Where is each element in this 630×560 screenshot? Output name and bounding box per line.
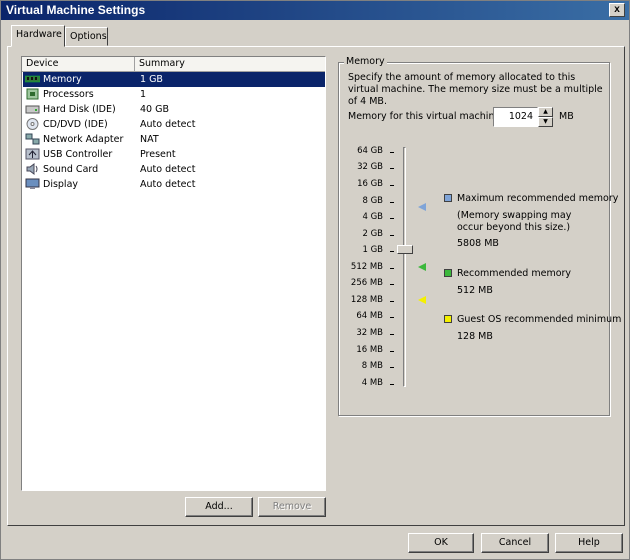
- memory-icon: [25, 75, 40, 83]
- close-button[interactable]: x: [609, 3, 625, 17]
- scale-tick: [390, 202, 394, 203]
- device-row-sound-card[interactable]: Sound Card Auto detect: [23, 162, 325, 177]
- device-row-display[interactable]: Display Auto detect: [23, 177, 325, 192]
- device-row-cd-dvd[interactable]: CD/DVD (IDE) Auto detect: [23, 117, 325, 132]
- scale-tick: [390, 235, 394, 236]
- memory-slider-track[interactable]: [403, 147, 406, 387]
- window-title: Virtual Machine Settings: [6, 3, 146, 17]
- memory-spin-up-button[interactable]: ▲: [538, 107, 553, 117]
- scale-label: 512 MB: [350, 262, 383, 272]
- sound-card-icon: [26, 163, 38, 175]
- memory-description: Specify the amount of memory allocated t…: [348, 72, 603, 107]
- tab-options[interactable]: Options: [65, 27, 108, 46]
- hard-disk-icon: [25, 105, 40, 114]
- max-recommended-note: (Memory swapping may occur beyond this s…: [457, 210, 572, 233]
- display-icon: [25, 178, 40, 189]
- recommended-swatch: [444, 269, 452, 277]
- scale-tick: [390, 301, 394, 302]
- ok-button[interactable]: OK: [408, 533, 474, 553]
- scale-label: 32 GB: [357, 162, 383, 172]
- close-icon: x: [614, 4, 620, 15]
- max-recommended-title: Maximum recommended memory: [457, 193, 619, 204]
- device-row-usb-controller[interactable]: USB Controller Present: [23, 147, 325, 162]
- device-list[interactable]: Device Summary Memory 1 GB Processors 1 …: [21, 56, 326, 491]
- add-device-button[interactable]: Add...: [185, 497, 253, 517]
- device-list-header: Device Summary: [22, 57, 325, 72]
- scale-tick: [390, 218, 394, 219]
- scale-tick: [390, 284, 394, 285]
- tab-hardware[interactable]: Hardware: [11, 25, 65, 47]
- recommended-value: 512 MB: [457, 285, 493, 296]
- device-row-processors[interactable]: Processors 1: [23, 87, 325, 102]
- scale-label: 8 MB: [361, 361, 383, 371]
- scale-tick: [390, 317, 394, 318]
- scale-label: 16 MB: [356, 345, 383, 355]
- scale-label: 128 MB: [350, 295, 383, 305]
- device-row-network-adapter[interactable]: Network Adapter NAT: [23, 132, 325, 147]
- scale-tick: [390, 185, 394, 186]
- scale-label: 8 GB: [362, 196, 383, 206]
- scale-label: 4 MB: [361, 378, 383, 388]
- usb-controller-icon: [25, 148, 40, 160]
- column-header-device[interactable]: Device: [22, 57, 135, 72]
- vm-settings-window: Virtual Machine Settings x Hardware Opti…: [0, 0, 630, 560]
- memory-field-label: Memory for this virtual machine:: [348, 111, 504, 122]
- processor-icon: [26, 88, 39, 100]
- guest-minimum-title: Guest OS recommended minimum: [457, 314, 622, 325]
- max-recommended-swatch: [444, 194, 452, 202]
- network-adapter-icon: [25, 133, 40, 145]
- device-row-memory[interactable]: Memory 1 GB: [23, 72, 325, 87]
- memory-spin-down-button[interactable]: ▼: [538, 117, 553, 127]
- scale-tick: [390, 152, 394, 153]
- recommended-marker: [418, 263, 426, 271]
- scale-label: 64 MB: [356, 311, 383, 321]
- scale-tick: [390, 384, 394, 385]
- scale-label: 32 MB: [356, 328, 383, 338]
- help-button[interactable]: Help: [555, 533, 623, 553]
- guest-minimum-marker: [418, 296, 426, 304]
- scale-label: 64 GB: [357, 146, 383, 156]
- recommended-title: Recommended memory: [457, 268, 572, 279]
- cd-dvd-icon: [26, 118, 39, 130]
- memory-unit-label: MB: [559, 111, 574, 122]
- scale-label: 4 GB: [362, 212, 383, 222]
- scale-tick: [390, 334, 394, 335]
- scale-label: 1 GB: [362, 245, 383, 255]
- scale-label: 16 GB: [357, 179, 383, 189]
- device-row-hard-disk[interactable]: Hard Disk (IDE) 40 GB: [23, 102, 325, 117]
- max-recommended-value: 5808 MB: [457, 238, 499, 249]
- memory-size-input[interactable]: 1024: [493, 107, 538, 127]
- scale-tick: [390, 367, 394, 368]
- remove-device-button[interactable]: Remove: [258, 497, 326, 517]
- memory-slider-thumb[interactable]: [397, 245, 413, 254]
- scale-tick: [390, 168, 394, 169]
- scale-label: 256 MB: [350, 278, 383, 288]
- max-recommended-marker: [418, 203, 426, 211]
- cancel-button[interactable]: Cancel: [481, 533, 549, 553]
- scale-label: 2 GB: [362, 229, 383, 239]
- scale-tick: [390, 251, 394, 252]
- guest-minimum-swatch: [444, 315, 452, 323]
- scale-tick: [390, 268, 394, 269]
- memory-group-title: Memory: [344, 56, 387, 67]
- title-bar: Virtual Machine Settings x: [1, 1, 629, 20]
- guest-minimum-value: 128 MB: [457, 331, 493, 342]
- scale-tick: [390, 351, 394, 352]
- column-header-summary[interactable]: Summary: [135, 57, 325, 72]
